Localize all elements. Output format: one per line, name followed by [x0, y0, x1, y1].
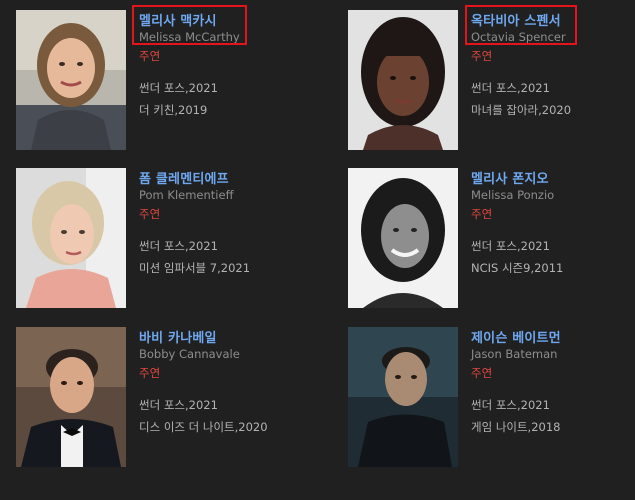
actor-photo[interactable]	[16, 10, 126, 150]
filmography-item[interactable]: 미션 임파서블 7,2021	[139, 260, 250, 276]
actor-photo[interactable]	[16, 327, 126, 467]
cast-card-jason-bateman: 제이슨 베이트먼 Jason Bateman 주연 썬더 포스,2021 게임 …	[348, 327, 635, 467]
actor-photo[interactable]	[348, 10, 458, 150]
filmography-item[interactable]: 디스 이즈 더 나이트,2020	[139, 419, 268, 435]
cast-card-pom-klementieff: 폼 클레멘티에프 Pom Klementieff 주연 썬더 포스,2021 미…	[16, 168, 316, 308]
actor-photo[interactable]	[348, 327, 458, 467]
cast-card-bobby-cannavale: 바비 카나베일 Bobby Cannavale 주연 썬더 포스,2021 디스…	[16, 327, 316, 467]
actor-name-en: Melissa McCarthy	[139, 30, 240, 44]
actor-role: 주연	[471, 49, 493, 63]
actor-role: 주연	[139, 366, 161, 380]
actor-name-ko[interactable]: 멜리사 폰지오	[471, 168, 549, 187]
actor-name-en: Melissa Ponzio	[471, 188, 555, 202]
actor-name-ko[interactable]: 바비 카나베일	[139, 327, 217, 346]
actor-role: 주연	[471, 207, 493, 221]
filmography-item[interactable]: 게임 나이트,2018	[471, 419, 560, 435]
actor-name-en: Bobby Cannavale	[139, 347, 240, 361]
filmography-item[interactable]: 마녀를 잡아라,2020	[471, 102, 571, 118]
actor-role: 주연	[139, 207, 161, 221]
filmography-item[interactable]: 더 키친,2019	[139, 102, 207, 118]
actor-name-ko[interactable]: 멜리사 맥카시	[139, 10, 217, 29]
filmography-item[interactable]: 썬더 포스,2021	[471, 80, 550, 96]
filmography-item[interactable]: NCIS 시즌9,2011	[471, 260, 563, 276]
actor-role: 주연	[471, 366, 493, 380]
actor-role: 주연	[139, 49, 161, 63]
cast-grid: 멜리사 맥카시 Melissa McCarthy 주연 썬더 포스,2021 더…	[0, 0, 635, 500]
actor-photo[interactable]	[16, 168, 126, 308]
actor-name-ko[interactable]: 제이슨 베이트먼	[471, 327, 561, 346]
filmography-item[interactable]: 썬더 포스,2021	[139, 80, 218, 96]
actor-photo[interactable]	[348, 168, 458, 308]
cast-card-melissa-mccarthy: 멜리사 맥카시 Melissa McCarthy 주연 썬더 포스,2021 더…	[16, 5, 316, 150]
filmography-item[interactable]: 썬더 포스,2021	[471, 238, 550, 254]
cast-card-melissa-ponzio: 멜리사 폰지오 Melissa Ponzio 주연 썬더 포스,2021 NCI…	[348, 168, 635, 308]
actor-name-ko[interactable]: 옥타비아 스펜서	[471, 10, 561, 29]
filmography-item[interactable]: 썬더 포스,2021	[139, 238, 218, 254]
actor-name-en: Octavia Spencer	[471, 30, 566, 44]
filmography-item[interactable]: 썬더 포스,2021	[139, 397, 218, 413]
filmography-item[interactable]: 썬더 포스,2021	[471, 397, 550, 413]
cast-card-octavia-spencer: 옥타비아 스펜서 Octavia Spencer 주연 썬더 포스,2021 마…	[348, 5, 635, 150]
actor-name-ko[interactable]: 폼 클레멘티에프	[139, 168, 229, 187]
actor-name-en: Jason Bateman	[471, 347, 558, 361]
actor-name-en: Pom Klementieff	[139, 188, 234, 202]
